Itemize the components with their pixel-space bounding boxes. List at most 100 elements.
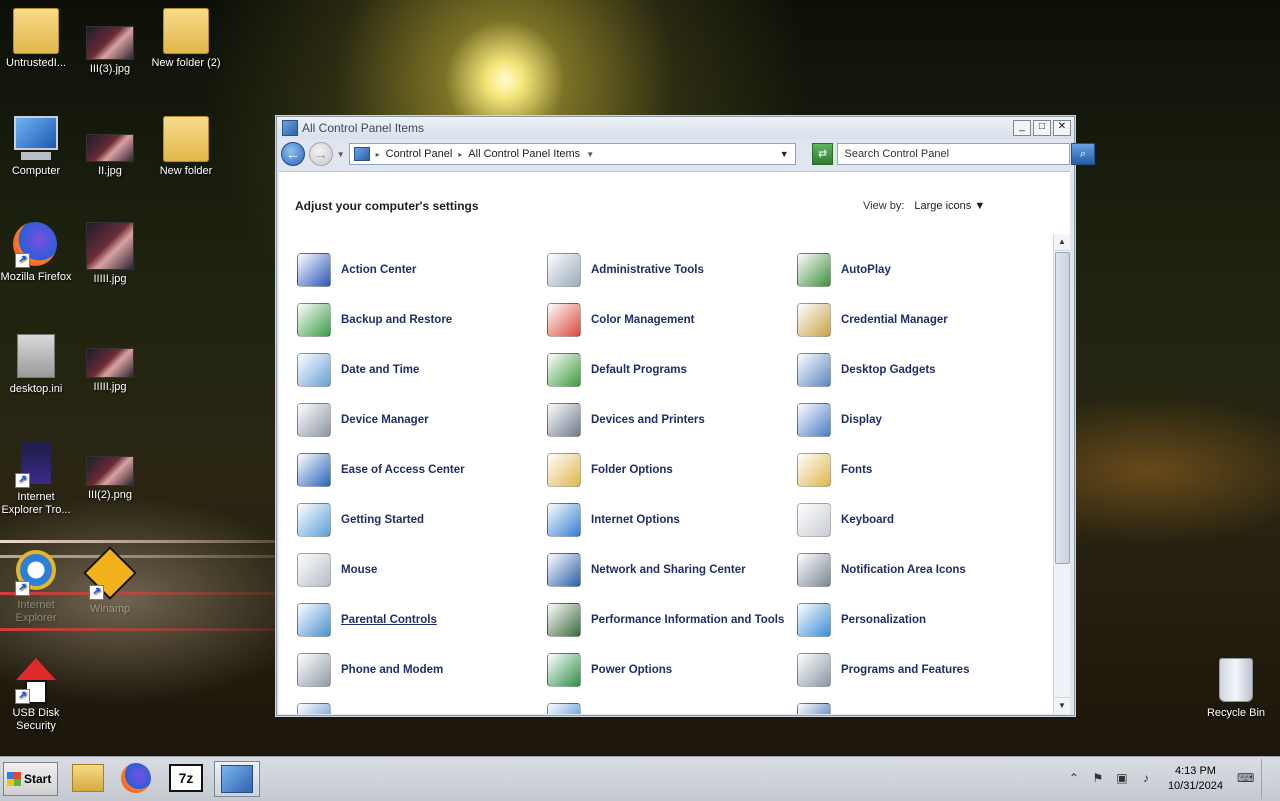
taskbar-control-panel[interactable]: [214, 761, 260, 797]
breadcrumb-control-panel[interactable]: Control Panel: [386, 148, 453, 160]
taskbar-explorer[interactable]: [66, 761, 110, 795]
control-panel-item-label: Notification Area Icons: [841, 563, 966, 576]
title-bar[interactable]: All Control Panel Items _ □ ✕: [277, 117, 1074, 139]
folder-user-icon: [13, 8, 59, 54]
control-panel-item[interactable]: [297, 700, 537, 714]
desktop-icon-firefox[interactable]: ↗ Mozilla Firefox: [0, 222, 74, 284]
control-panel-item[interactable]: Date and Time: [297, 350, 537, 390]
control-panel-item[interactable]: Programs and Features: [797, 650, 1037, 690]
desktop-icon-desktop-ini[interactable]: desktop.ini: [0, 334, 74, 396]
desktop-icon-untrusted[interactable]: UntrustedI...: [0, 8, 74, 70]
back-button[interactable]: ←: [281, 142, 305, 166]
control-panel-item-label: Keyboard: [841, 513, 895, 526]
close-button[interactable]: ✕: [1053, 120, 1071, 136]
forward-button[interactable]: →: [308, 142, 333, 166]
control-panel-item[interactable]: Getting Started: [297, 500, 537, 540]
control-panel-item[interactable]: Power Options: [547, 650, 787, 690]
taskbar-7zip[interactable]: 7z: [164, 761, 208, 795]
scroll-up-button[interactable]: ▲: [1054, 234, 1070, 251]
desktop-icon-winamp[interactable]: ↗ Winamp: [72, 546, 148, 616]
network-icon[interactable]: ▣: [1114, 771, 1130, 787]
control-panel-item[interactable]: Keyboard: [797, 500, 1037, 540]
desktop-icon-ie-tro[interactable]: ↗ Internet Explorer Tro...: [0, 442, 74, 517]
desktop-icon-computer[interactable]: Computer: [0, 116, 74, 178]
control-panel-item[interactable]: Phone and Modem: [297, 650, 537, 690]
control-panel-item[interactable]: Action Center: [297, 250, 537, 290]
desktop-icon-image-5b[interactable]: IIIII.jpg: [72, 348, 148, 394]
chevron-down-icon[interactable]: ▼: [586, 150, 594, 159]
control-panel-item[interactable]: Administrative Tools: [547, 250, 787, 290]
control-panel-item[interactable]: Network and Sharing Center: [547, 550, 787, 590]
language-icon[interactable]: ⌨: [1237, 771, 1254, 787]
desktop-icon-image-3[interactable]: III(3).jpg: [72, 20, 148, 76]
control-panel-item-label: Desktop Gadgets: [841, 363, 936, 376]
control-panel-item[interactable]: Credential Manager: [797, 300, 1037, 340]
page-heading: Adjust your computer's settings: [295, 199, 479, 213]
control-panel-item[interactable]: Default Programs: [547, 350, 787, 390]
control-panel-item[interactable]: AutoPlay: [797, 250, 1037, 290]
desktop-icon-recycle-bin[interactable]: Recycle Bin: [1198, 658, 1274, 720]
globe-icon: [547, 503, 581, 537]
image-thumbnail-icon: [86, 222, 134, 270]
wallpaper-streak: [0, 628, 290, 631]
start-button[interactable]: Start: [3, 762, 58, 796]
printer-icon: [547, 403, 581, 437]
view-by-dropdown[interactable]: Large icons ▼: [914, 200, 985, 212]
remote-desktop-icon: [797, 703, 831, 714]
control-panel-item[interactable]: Display: [797, 400, 1037, 440]
desktop-icon-image-2[interactable]: III(2).png: [72, 456, 148, 502]
control-panel-item[interactable]: Folder Options: [547, 450, 787, 490]
breadcrumb-all-items[interactable]: All Control Panel Items: [468, 148, 580, 160]
control-panel-item[interactable]: Performance Information and Tools: [547, 600, 787, 640]
control-panel-icon: [353, 147, 370, 161]
scroll-thumb[interactable]: [1055, 252, 1070, 564]
desktop-icon-new-folder-2[interactable]: New folder (2): [148, 8, 224, 70]
archive-icon: 7z: [169, 764, 203, 792]
control-panel-item-label: Phone and Modem: [341, 663, 444, 676]
show-hidden-icons-button[interactable]: ⌃: [1066, 771, 1082, 787]
control-panel-item[interactable]: [547, 700, 787, 714]
desktop-icon-image-1[interactable]: II.jpg: [72, 134, 148, 178]
control-panel-item[interactable]: Mouse: [297, 550, 537, 590]
search-box[interactable]: Search Control Panel ⌕: [837, 143, 1095, 165]
address-bar[interactable]: ▸ Control Panel ▸ All Control Panel Item…: [348, 143, 796, 165]
chevron-right-icon[interactable]: ▸: [376, 150, 380, 159]
control-panel-item[interactable]: Ease of Access Center: [297, 450, 537, 490]
shortcut-arrow-icon: ↗: [15, 689, 30, 704]
vertical-scrollbar[interactable]: ▲ ▼: [1053, 234, 1070, 714]
computer-icon: [13, 116, 59, 162]
desktop-icon-usb-disk-security[interactable]: ↗ USB Disk Security: [0, 658, 74, 733]
control-panel-item[interactable]: Parental Controls: [297, 600, 537, 640]
show-desktop-button[interactable]: [1261, 759, 1274, 799]
desktop-icon-internet-explorer[interactable]: ↗ Internet Explorer: [0, 550, 74, 625]
desktop-icon-image-5[interactable]: IIIII.jpg: [72, 222, 148, 286]
minimize-button[interactable]: _: [1013, 120, 1031, 136]
address-history-dropdown[interactable]: ▼: [780, 149, 789, 159]
control-panel-item[interactable]: Personalization: [797, 600, 1037, 640]
desktop-icon-new-folder[interactable]: New folder: [148, 116, 224, 178]
taskbar-firefox[interactable]: [114, 761, 158, 795]
volume-icon[interactable]: ♪: [1138, 771, 1154, 787]
control-panel-item[interactable]: Devices and Printers: [547, 400, 787, 440]
maximize-button[interactable]: □: [1033, 120, 1051, 136]
refresh-button[interactable]: ⇄: [811, 143, 834, 165]
search-input[interactable]: Search Control Panel: [844, 148, 949, 160]
control-panel-item[interactable]: Fonts: [797, 450, 1037, 490]
scroll-down-button[interactable]: ▼: [1054, 697, 1070, 714]
control-panel-item[interactable]: Notification Area Icons: [797, 550, 1037, 590]
control-panel-item[interactable]: Desktop Gadgets: [797, 350, 1037, 390]
control-panel-item[interactable]: Color Management: [547, 300, 787, 340]
recent-pages-dropdown[interactable]: ▼: [337, 150, 345, 159]
control-panel-item-label: Credential Manager: [841, 313, 948, 326]
control-panel-item[interactable]: Device Manager: [297, 400, 537, 440]
clock[interactable]: 4:13 PM 10/31/2024: [1168, 764, 1223, 794]
search-button[interactable]: ⌕: [1070, 143, 1095, 165]
action-center-flag-icon[interactable]: ⚑: [1090, 771, 1106, 787]
control-panel-item[interactable]: RemoteApp and Desktop: [797, 700, 1037, 714]
control-panel-item[interactable]: Internet Options: [547, 500, 787, 540]
chevron-right-icon[interactable]: ▸: [458, 150, 462, 159]
clock-calendar-icon: [297, 353, 331, 387]
control-panel-item[interactable]: Backup and Restore: [297, 300, 537, 340]
folder-options-icon: [547, 453, 581, 487]
control-panel-item-label: Fonts: [841, 463, 873, 476]
